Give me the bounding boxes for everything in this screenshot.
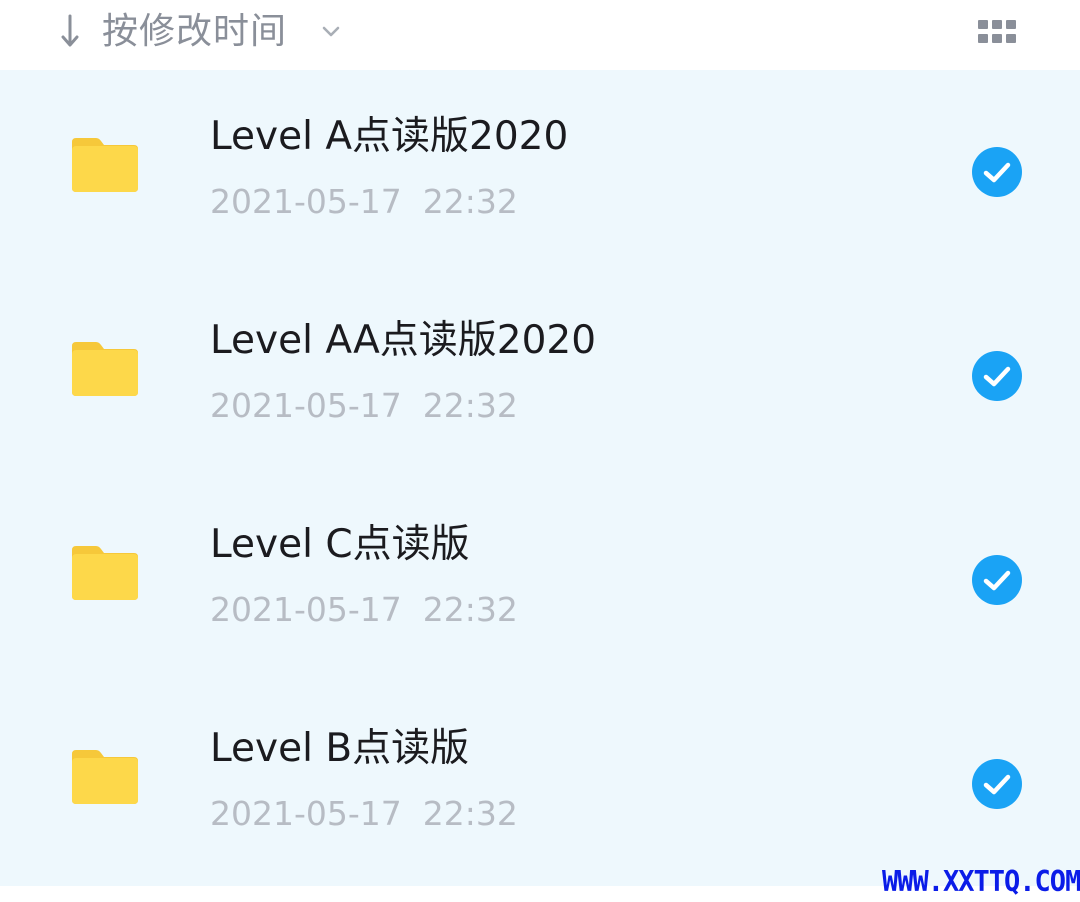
sort-bar: 按修改时间 [0, 0, 1080, 70]
checked-circle-icon[interactable] [971, 554, 1023, 606]
chevron-down-icon[interactable] [320, 20, 342, 42]
list-item[interactable]: Level C点读版 2021-05-17 22:32 [0, 478, 1080, 682]
checked-circle-icon[interactable] [971, 146, 1023, 198]
file-name: Level AA点读版2020 [210, 318, 597, 363]
sort-by-modified-time[interactable]: 按修改时间 [102, 8, 287, 56]
file-date: 2021-05-17 22:32 [210, 794, 518, 833]
folder-icon [72, 750, 138, 804]
file-date: 2021-05-17 22:32 [210, 590, 518, 629]
folder-icon [72, 138, 138, 192]
checked-circle-icon[interactable] [971, 350, 1023, 402]
file-name: Level A点读版2020 [210, 114, 569, 159]
folder-icon [72, 342, 138, 396]
file-name: Level C点读版 [210, 522, 470, 567]
list-item[interactable]: Level AA点读版2020 2021-05-17 22:32 [0, 274, 1080, 478]
file-name: Level B点读版 [210, 726, 470, 771]
folder-icon [72, 546, 138, 600]
file-date: 2021-05-17 22:32 [210, 386, 518, 425]
checked-circle-icon[interactable] [971, 758, 1023, 810]
arrow-down-icon[interactable] [56, 10, 84, 54]
grid-view-icon[interactable] [978, 20, 1016, 44]
file-date: 2021-05-17 22:32 [210, 182, 518, 221]
list-item[interactable]: Level A点读版2020 2021-05-17 22:32 [0, 70, 1080, 274]
list-item[interactable]: Level B点读版 2021-05-17 22:32 [0, 682, 1080, 886]
watermark: WWW.XXTTQ.COM [882, 866, 1080, 899]
